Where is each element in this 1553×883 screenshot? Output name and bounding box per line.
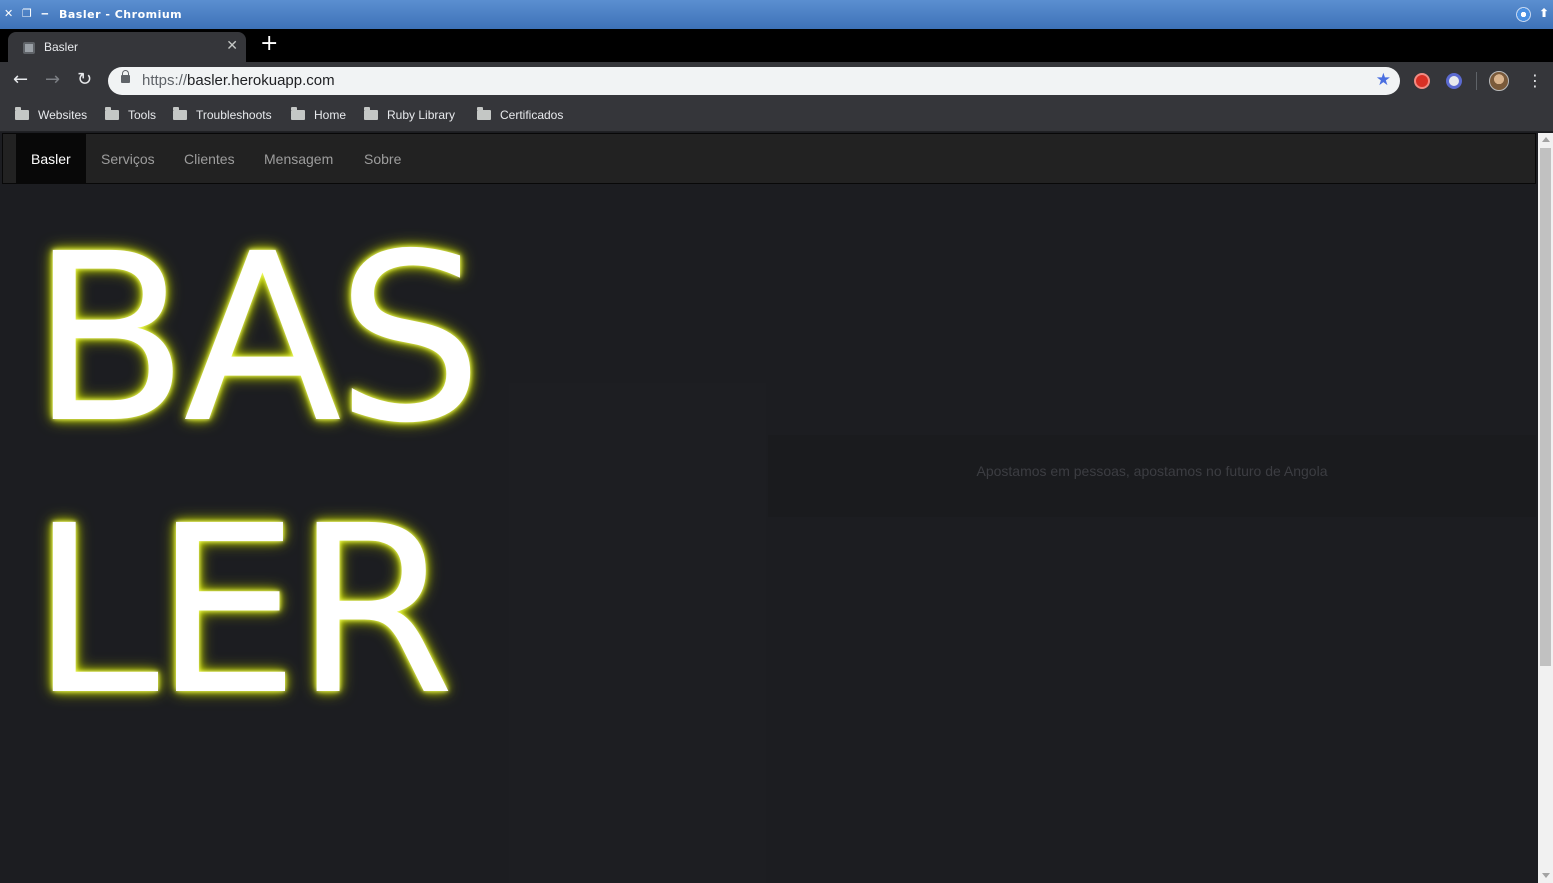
chromium-logo-icon	[1516, 7, 1531, 22]
bookmark-label: Websites	[38, 108, 88, 122]
toolbar-divider	[1476, 72, 1477, 90]
adblock-extension-icon[interactable]	[1414, 73, 1430, 89]
forward-button[interactable]: →	[45, 70, 60, 90]
folder-icon	[477, 107, 491, 120]
hero-logo-line1: BAS	[30, 204, 483, 474]
site-navbar: Basler Serviços Clientes Mensagem Sobre	[2, 133, 1536, 184]
page-scrollbar[interactable]	[1538, 133, 1553, 883]
bookmark-home[interactable]: Home	[291, 107, 347, 124]
folder-icon	[364, 107, 378, 120]
site-favicon-icon	[23, 42, 35, 54]
back-button[interactable]: ←	[13, 70, 28, 90]
page-content: Basler Serviços Clientes Mensagem Sobre …	[0, 133, 1538, 883]
url-host: basler.herokuapp.com	[187, 72, 335, 89]
tagline-panel: Apostamos em pessoas, apostamos no futur…	[768, 435, 1536, 517]
bookmark-tools[interactable]: Tools	[105, 107, 157, 124]
folder-icon	[15, 107, 29, 120]
bookmarks-bar: Websites Tools Troubleshoots Home Ruby L…	[0, 100, 1553, 132]
bookmark-ruby-library[interactable]: Ruby Library	[364, 107, 456, 124]
bookmark-label: Ruby Library	[387, 108, 456, 122]
window-title-bar: ✕ ❐ ‒ Basler - Chromium ⬆	[0, 0, 1553, 29]
folder-icon	[173, 107, 187, 120]
address-bar[interactable]: https://basler.herokuapp.com ★	[108, 67, 1400, 95]
window-title: Basler - Chromium	[59, 8, 183, 21]
bookmark-label: Tools	[128, 108, 157, 122]
window-restore-icon[interactable]: ❐	[22, 8, 32, 20]
window-minimize-icon[interactable]: ‒	[41, 8, 49, 20]
nav-clientes[interactable]: Clientes	[169, 134, 250, 184]
scroll-down-arrow-icon[interactable]	[1542, 873, 1550, 878]
tab-basler[interactable]: Basler ✕	[8, 32, 246, 62]
folder-icon	[291, 107, 305, 120]
hero-logo-line2: LER	[30, 476, 455, 746]
window-close-icon[interactable]: ✕	[4, 8, 13, 20]
bookmark-label: Troubleshoots	[196, 108, 272, 122]
bookmark-troubleshoots[interactable]: Troubleshoots	[173, 107, 272, 124]
scrollbar-thumb[interactable]	[1540, 148, 1551, 666]
profile-avatar[interactable]	[1489, 71, 1509, 91]
bookmark-label: Certificados	[500, 108, 564, 122]
url-text[interactable]: https://basler.herokuapp.com	[142, 72, 335, 89]
lock-icon[interactable]	[121, 70, 130, 83]
background-panel	[509, 383, 766, 883]
reload-button[interactable]: ↻	[77, 70, 92, 90]
blocker-extension-icon[interactable]	[1446, 73, 1462, 89]
tagline-text: Apostamos em pessoas, apostamos no futur…	[976, 463, 1328, 479]
folder-icon	[105, 107, 119, 120]
scroll-up-arrow-icon[interactable]	[1542, 137, 1550, 142]
nav-servicos[interactable]: Serviços	[86, 134, 170, 184]
tab-title: Basler	[44, 40, 79, 54]
nav-basler[interactable]: Basler	[16, 134, 86, 184]
nav-mensagem[interactable]: Mensagem	[249, 134, 348, 184]
url-scheme: https://	[142, 72, 188, 89]
tab-strip: Basler ✕ +	[0, 29, 1553, 62]
nav-sobre[interactable]: Sobre	[349, 134, 416, 184]
bookmark-certificados[interactable]: Certificados	[477, 107, 564, 124]
browser-toolbar: ← → ↻ https://basler.herokuapp.com ★ ⋮	[0, 62, 1553, 100]
browser-menu-icon[interactable]: ⋮	[1527, 71, 1543, 91]
new-tab-button[interactable]: +	[260, 33, 278, 55]
tab-close-icon[interactable]: ✕	[226, 38, 238, 54]
bookmark-label: Home	[314, 108, 347, 122]
bookmark-websites[interactable]: Websites	[15, 107, 88, 124]
window-maximize-icon[interactable]: ⬆	[1539, 7, 1549, 19]
bookmark-star-icon[interactable]: ★	[1376, 70, 1391, 90]
